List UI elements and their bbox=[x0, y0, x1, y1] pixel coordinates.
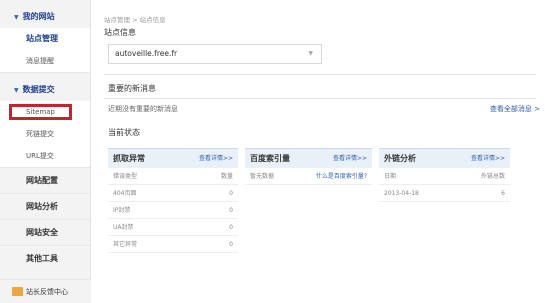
current-status-title: 当前状态 bbox=[108, 128, 140, 137]
sidebar-group-label: 数据提交 bbox=[22, 85, 55, 94]
chevron-down-icon: ▼ bbox=[308, 50, 313, 57]
panel-header: 百度索引量 查看详情>> bbox=[245, 148, 372, 168]
row-label: 其它异常 bbox=[113, 241, 138, 248]
highlight-box bbox=[9, 104, 72, 120]
sidebar-item-dead-link[interactable]: 死链提交 bbox=[0, 123, 90, 145]
sidebar-group-my-sites[interactable]: ▼ 我的网站 bbox=[0, 6, 90, 28]
sidebar-group-label: 我的网站 bbox=[22, 12, 55, 21]
sidebar-item-url-submit[interactable]: URL提交 bbox=[0, 145, 90, 167]
view-details-link[interactable]: 查看详情>> bbox=[471, 149, 505, 169]
table-row: 其它异常 0 bbox=[108, 236, 238, 253]
panel-title: 百度索引量 bbox=[250, 154, 290, 163]
baidu-index-panel: 百度索引量 查看详情>> 暂无数据 什么是百度索引量? bbox=[245, 148, 372, 255]
row-value: 0 bbox=[229, 224, 233, 231]
site-select-value: autoveille.free.fr bbox=[115, 49, 178, 58]
sidebar-feedback-center[interactable]: 站长反馈中心 bbox=[0, 279, 91, 303]
caret-down-icon: ▼ bbox=[14, 87, 19, 94]
sidebar-item-site-config[interactable]: 网站配置 bbox=[0, 167, 90, 193]
panel-header: 抓取异常 查看详情>> bbox=[108, 148, 238, 168]
table-row: 暂无数据 什么是百度索引量? bbox=[245, 168, 372, 185]
view-details-link[interactable]: 查看详情>> bbox=[199, 149, 233, 169]
divider bbox=[104, 74, 536, 75]
sidebar-item-message-remind[interactable]: 消息提醒 bbox=[0, 50, 90, 72]
table-row: IP封禁 0 bbox=[108, 202, 238, 219]
row-label: UA封禁 bbox=[113, 224, 134, 231]
table-row: UA封禁 0 bbox=[108, 219, 238, 236]
table-header-row: 错误类型 数量 bbox=[108, 168, 238, 185]
no-data-text: 暂无数据 bbox=[250, 173, 275, 180]
column-header: 日期 bbox=[384, 173, 397, 180]
crawl-errors-panel: 抓取异常 查看详情>> 错误类型 数量 404页面 0 IP封禁 0 UA封禁 … bbox=[108, 148, 238, 255]
column-header: 错误类型 bbox=[113, 173, 138, 180]
column-header: 数量 bbox=[220, 173, 233, 180]
site-info-title: 站点信息 bbox=[104, 28, 136, 37]
sidebar-item-site-security[interactable]: 网站安全 bbox=[0, 219, 90, 245]
sidebar-feedback-label: 站长反馈中心 bbox=[26, 288, 68, 296]
sidebar-item-site-analysis[interactable]: 网站分析 bbox=[0, 193, 90, 219]
panel-header: 外链分析 查看详情>> bbox=[379, 148, 510, 168]
no-message-text: 近期没有重要的新消息 bbox=[108, 105, 178, 113]
row-label: 404页面 bbox=[113, 190, 137, 197]
sidebar-item-other-tools[interactable]: 其他工具 bbox=[0, 245, 90, 271]
divider bbox=[104, 98, 536, 99]
site-select[interactable]: autoveille.free.fr ▼ bbox=[108, 44, 322, 64]
table-header-row: 日期 外链总数 bbox=[379, 168, 510, 185]
view-details-link[interactable]: 查看详情>> bbox=[333, 149, 367, 169]
panel-title: 抓取异常 bbox=[113, 154, 145, 163]
sidebar-item-site-manage[interactable]: 站点管理 bbox=[0, 28, 90, 50]
row-value: 0 bbox=[229, 190, 233, 197]
row-label: IP封禁 bbox=[113, 207, 131, 214]
caret-down-icon: ▼ bbox=[14, 14, 19, 21]
row-value: 6 bbox=[501, 190, 505, 197]
row-value: 0 bbox=[229, 241, 233, 248]
row-label: 2013-04-18 bbox=[384, 190, 419, 197]
column-header: 外链总数 bbox=[480, 173, 505, 180]
sidebar-group-data-submit[interactable]: ▼ 数据提交 bbox=[0, 79, 90, 101]
table-row: 404页面 0 bbox=[108, 185, 238, 202]
table-row: 2013-04-18 6 bbox=[379, 185, 510, 202]
external-links-panel: 外链分析 查看详情>> 日期 外链总数 2013-04-18 6 bbox=[379, 148, 510, 255]
sidebar-item-sitemap[interactable]: Sitemap bbox=[0, 101, 90, 123]
panel-title: 外链分析 bbox=[384, 154, 416, 163]
row-value: 0 bbox=[229, 207, 233, 214]
what-is-index-link[interactable]: 什么是百度索引量? bbox=[316, 168, 367, 185]
sidebar-divider bbox=[0, 72, 90, 73]
feedback-icon bbox=[12, 286, 23, 296]
breadcrumb: 站点管理 > 站点信息 bbox=[104, 16, 166, 24]
important-messages-title: 重要的新消息 bbox=[108, 84, 156, 93]
sidebar: ▼ 我的网站 站点管理 消息提醒 ▼ 数据提交 Sitemap 死链提交 URL提交… bbox=[0, 0, 91, 303]
all-messages-link[interactable]: 查看全部消息 > bbox=[490, 104, 540, 114]
